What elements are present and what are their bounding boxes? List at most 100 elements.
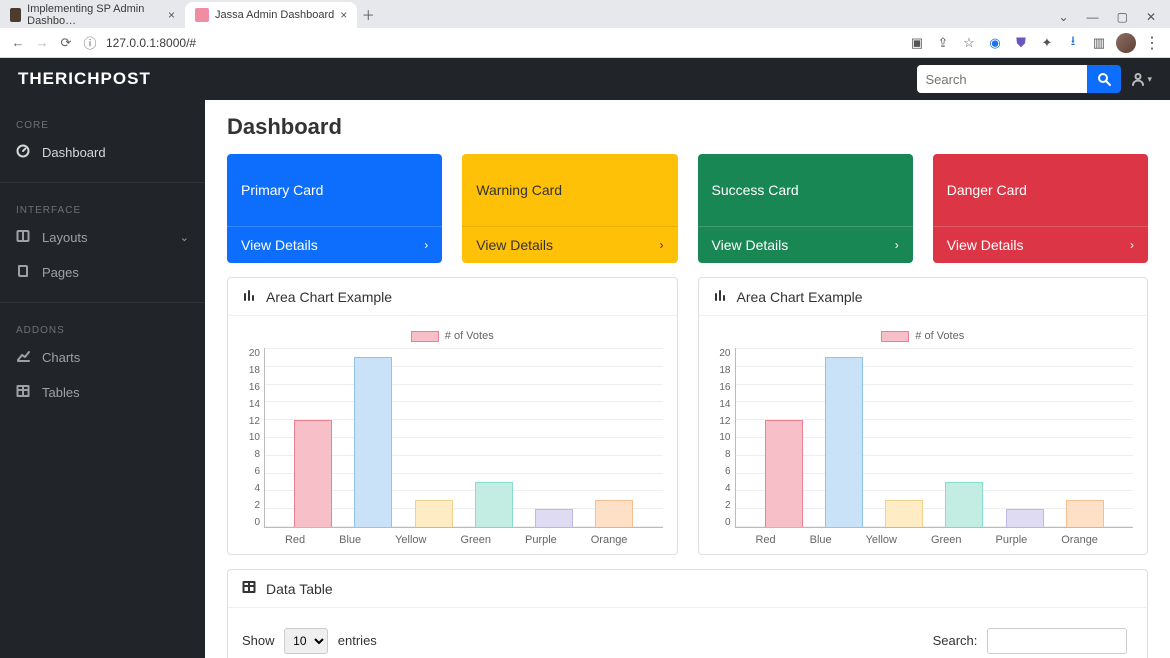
sidebar-item-dashboard[interactable]: Dashboard [0, 135, 205, 170]
favicon [195, 8, 209, 22]
shield-icon[interactable]: ⛊ [1012, 35, 1030, 51]
kebab-menu-icon[interactable]: ⋮ [1144, 33, 1160, 53]
x-tick: Green [460, 534, 491, 546]
stat-card-link[interactable]: View Details › [227, 226, 442, 263]
chart-panel-2: Area Chart Example # of Votes 2018161412… [698, 277, 1149, 555]
x-tick: Orange [1061, 534, 1098, 546]
share-icon[interactable]: ⇪ [934, 35, 952, 51]
back-button[interactable]: ← [10, 35, 26, 51]
stat-card-primary: Primary Card View Details › [227, 154, 442, 263]
user-menu[interactable]: ▾ [1131, 72, 1152, 86]
link-label: View Details [476, 237, 553, 253]
table-icon [242, 580, 256, 597]
bar[interactable] [825, 357, 863, 527]
bar[interactable] [885, 500, 923, 527]
sidebar-section-addons: ADDONS [0, 315, 205, 340]
bars [736, 348, 1134, 527]
columns-icon [16, 229, 30, 246]
x-tick: Red [755, 534, 775, 546]
book-icon [16, 264, 30, 281]
x-tick: Purple [525, 534, 557, 546]
link-label: View Details [947, 237, 1024, 253]
bar[interactable] [1066, 500, 1104, 527]
sidebar-section-interface: INTERFACE [0, 195, 205, 220]
window-maximize-button[interactable]: ▢ [1117, 10, 1128, 24]
table-icon [16, 384, 30, 401]
sidebar-section-core: CORE [0, 110, 205, 135]
bar-chart: 20181614121086420 [713, 348, 1134, 528]
panel-title: Area Chart Example [266, 289, 392, 305]
download-icon[interactable]: ⭳ [1064, 32, 1082, 54]
address-bar[interactable]: 127.0.0.1:8000/# [106, 36, 900, 50]
new-tab-button[interactable]: ＋ [357, 5, 379, 28]
bar[interactable] [765, 420, 803, 527]
chart-line-icon [16, 349, 30, 366]
extension-icon[interactable]: ◉ [986, 35, 1004, 51]
bar[interactable] [415, 500, 453, 527]
chevron-right-icon: › [660, 238, 664, 252]
sidebar-item-tables[interactable]: Tables [0, 375, 205, 410]
sidebar-item-label: Layouts [42, 230, 88, 245]
window-minimize-button[interactable]: — [1087, 10, 1099, 24]
sidebar-item-charts[interactable]: Charts [0, 340, 205, 375]
browser-tab-active[interactable]: Jassa Admin Dashboard × [185, 2, 357, 28]
bookmark-icon[interactable]: ☆ [960, 35, 978, 51]
close-icon[interactable]: × [340, 8, 347, 22]
plot-area [735, 348, 1134, 528]
site-info-icon[interactable]: ⓘ [82, 35, 98, 51]
bar[interactable] [945, 482, 983, 527]
legend-label: # of Votes [915, 330, 964, 342]
bar[interactable] [354, 357, 392, 527]
sidebar-item-label: Tables [42, 385, 80, 400]
chevron-down-icon[interactable]: ⌄ [1059, 10, 1069, 24]
bar[interactable] [535, 509, 573, 527]
bar-chart-icon [713, 288, 727, 305]
forward-button[interactable]: → [34, 35, 50, 51]
stat-card-success: Success Card View Details › [698, 154, 913, 263]
bar-chart-icon [242, 288, 256, 305]
stat-card-link[interactable]: View Details › [462, 226, 677, 263]
favicon [10, 8, 21, 22]
stat-card-title: Primary Card [227, 154, 442, 226]
bar[interactable] [294, 420, 332, 527]
link-label: View Details [241, 237, 318, 253]
window-close-button[interactable]: ✕ [1146, 10, 1156, 24]
chevron-right-icon: › [895, 238, 899, 252]
sidebar-item-pages[interactable]: Pages [0, 255, 205, 290]
extensions-icon[interactable]: ✦ [1038, 35, 1056, 51]
table-search-input[interactable] [987, 628, 1127, 654]
y-axis: 20181614121086420 [242, 348, 264, 528]
bar[interactable] [475, 482, 513, 527]
x-tick: Green [931, 534, 962, 546]
browser-tab-inactive[interactable]: Implementing SP Admin Dashbo… × [0, 2, 185, 28]
chart-legend[interactable]: # of Votes [713, 330, 1134, 342]
show-label: Show [242, 633, 275, 648]
search-button[interactable] [1087, 65, 1121, 93]
page-size-select[interactable]: 10 [284, 628, 328, 654]
sidebar-item-label: Charts [42, 350, 80, 365]
stat-cards-row: Primary Card View Details › Warning Card… [227, 154, 1148, 263]
bar[interactable] [1006, 509, 1044, 527]
sidepanel-icon[interactable]: ▥ [1090, 35, 1108, 51]
legend-swatch [881, 331, 909, 342]
reload-button[interactable]: ⟳ [58, 35, 74, 51]
chevron-right-icon: › [424, 238, 428, 252]
search-input[interactable] [917, 65, 1087, 93]
cast-icon[interactable]: ▣ [908, 35, 926, 51]
browser-toolbar: ← → ⟳ ⓘ 127.0.0.1:8000/# ▣ ⇪ ☆ ◉ ⛊ ✦ ⭳ ▥… [0, 28, 1170, 58]
x-tick: Blue [339, 534, 361, 546]
y-axis: 20181614121086420 [713, 348, 735, 528]
chart-legend[interactable]: # of Votes [242, 330, 663, 342]
stat-card-title: Danger Card [933, 154, 1148, 226]
charts-row: Area Chart Example # of Votes 2018161412… [227, 277, 1148, 555]
stat-card-danger: Danger Card View Details › [933, 154, 1148, 263]
profile-avatar[interactable] [1116, 33, 1136, 53]
stat-card-link[interactable]: View Details › [698, 226, 913, 263]
stat-card-link[interactable]: View Details › [933, 226, 1148, 263]
sidebar-item-layouts[interactable]: Layouts ⌄ [0, 220, 205, 255]
bar[interactable] [595, 500, 633, 527]
panel-title: Area Chart Example [737, 289, 863, 305]
close-icon[interactable]: × [168, 8, 175, 22]
brand-logo[interactable]: THERICHPOST [18, 69, 151, 89]
datatable-panel: Data Table Show 10 entries Search: [227, 569, 1148, 658]
